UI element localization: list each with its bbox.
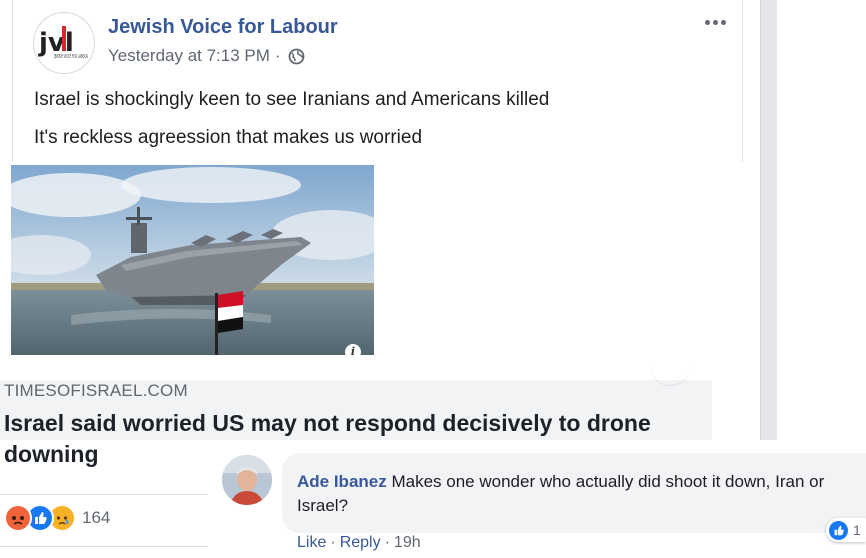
divider: [0, 546, 210, 547]
jvl-logo-subtext: JEWISH VOICE FOR LABOUR: [54, 54, 89, 60]
globe-icon[interactable]: [288, 48, 305, 65]
post-text-line-2: It's reckless agreession that makes us w…: [34, 127, 423, 148]
post-meta: Yesterday at 7:13 PM ·: [108, 46, 305, 66]
angry-reaction-icon: [4, 504, 32, 532]
meta-separator: ·: [274, 46, 281, 65]
comment-reaction-badge[interactable]: 1: [826, 518, 866, 542]
post-timestamp[interactable]: Yesterday at 7:13 PM: [108, 46, 270, 66]
reaction-count: 164: [82, 508, 111, 527]
jvl-logo: jvl JEWISH VOICE FOR LABOUR: [38, 26, 89, 60]
commenter-avatar[interactable]: [222, 455, 272, 505]
info-icon[interactable]: i: [345, 344, 361, 360]
more-options-icon[interactable]: [700, 10, 730, 34]
comment-author[interactable]: Ade Ibanez: [297, 472, 391, 491]
link-preview-image[interactable]: [11, 165, 374, 355]
card-border-left: [12, 0, 13, 162]
comment-timestamp[interactable]: 19h: [394, 534, 421, 551]
comment-reply-link[interactable]: Reply: [340, 534, 381, 551]
reactions-summary[interactable]: 164: [4, 504, 110, 532]
page-name-link[interactable]: Jewish Voice for Labour: [108, 16, 338, 39]
comment-like-link[interactable]: Like: [297, 534, 326, 551]
divider: [0, 494, 210, 495]
scrollbar-track[interactable]: [760, 0, 777, 440]
comment-body: Ade Ibanez Makes one wonder who actually…: [297, 470, 857, 518]
post-text-line-1: Israel is shockingly keen to see Iranian…: [34, 89, 550, 110]
comment-like-count: 1: [853, 522, 861, 538]
card-border-right: [742, 0, 743, 162]
page-avatar[interactable]: jvl JEWISH VOICE FOR LABOUR: [33, 12, 95, 74]
link-domain: TIMESOFISRAEL.COM: [4, 381, 188, 400]
action-separator: ·: [384, 534, 390, 551]
aircraft-carrier-photo: [11, 165, 374, 355]
like-icon: [829, 520, 848, 540]
comment-actions: Like · Reply · 19h: [297, 534, 421, 552]
action-separator: ·: [330, 534, 336, 551]
